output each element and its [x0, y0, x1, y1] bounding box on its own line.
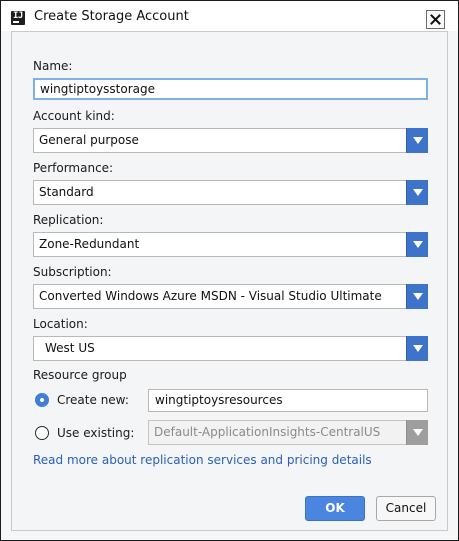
performance-dropdown[interactable]: Standard: [33, 180, 428, 205]
app-icon-text: IJ: [13, 11, 23, 21]
title-bar[interactable]: IJ Create Storage Account: [1, 1, 458, 31]
name-input[interactable]: wingtiptoysstorage: [33, 78, 428, 100]
account-kind-label: Account kind:: [33, 109, 115, 123]
replication-label: Replication:: [33, 213, 104, 227]
existing-resource-group-value: Default-ApplicationInsights-CentralUS: [154, 425, 381, 439]
close-button[interactable]: [426, 10, 445, 29]
chevron-down-icon[interactable]: [406, 232, 428, 257]
subscription-dropdown[interactable]: Converted Windows Azure MSDN - Visual St…: [33, 284, 428, 309]
location-label: Location:: [33, 317, 88, 331]
close-icon: [430, 14, 441, 25]
resource-group-label: Resource group: [33, 368, 127, 382]
chevron-down-icon[interactable]: [406, 336, 428, 361]
existing-resource-group-dropdown[interactable]: Default-ApplicationInsights-CentralUS: [148, 420, 428, 445]
account-kind-value: General purpose: [39, 133, 139, 147]
cancel-button[interactable]: Cancel: [376, 496, 436, 521]
replication-dropdown[interactable]: Zone-Redundant: [33, 232, 428, 257]
location-value: West US: [45, 341, 95, 355]
performance-value: Standard: [39, 185, 94, 199]
replication-value: Zone-Redundant: [39, 237, 140, 251]
subscription-label: Subscription:: [33, 265, 112, 279]
subscription-value: Converted Windows Azure MSDN - Visual St…: [39, 289, 382, 303]
account-kind-dropdown[interactable]: General purpose: [33, 128, 428, 153]
name-label: Name:: [33, 59, 73, 73]
chevron-down-icon[interactable]: [406, 128, 428, 153]
location-dropdown[interactable]: West US: [33, 336, 428, 361]
performance-label: Performance:: [33, 161, 114, 175]
chevron-down-icon[interactable]: [406, 180, 428, 205]
use-existing-label: Use existing:: [57, 426, 135, 440]
ok-button[interactable]: OK: [305, 496, 365, 521]
create-new-radio[interactable]: [35, 393, 49, 407]
resource-group-name-input[interactable]: wingtiptoysresources: [148, 389, 428, 412]
chevron-down-icon[interactable]: [406, 420, 428, 445]
replication-pricing-link[interactable]: Read more about replication services and…: [33, 453, 372, 467]
create-new-label: Create new:: [57, 393, 129, 407]
dialog-title: Create Storage Account: [34, 9, 189, 24]
intellij-icon: IJ: [11, 11, 25, 25]
chevron-down-icon[interactable]: [406, 284, 428, 309]
use-existing-radio[interactable]: [35, 426, 49, 440]
create-storage-account-dialog: IJ Create Storage Account Name: wingtipt…: [0, 0, 459, 541]
